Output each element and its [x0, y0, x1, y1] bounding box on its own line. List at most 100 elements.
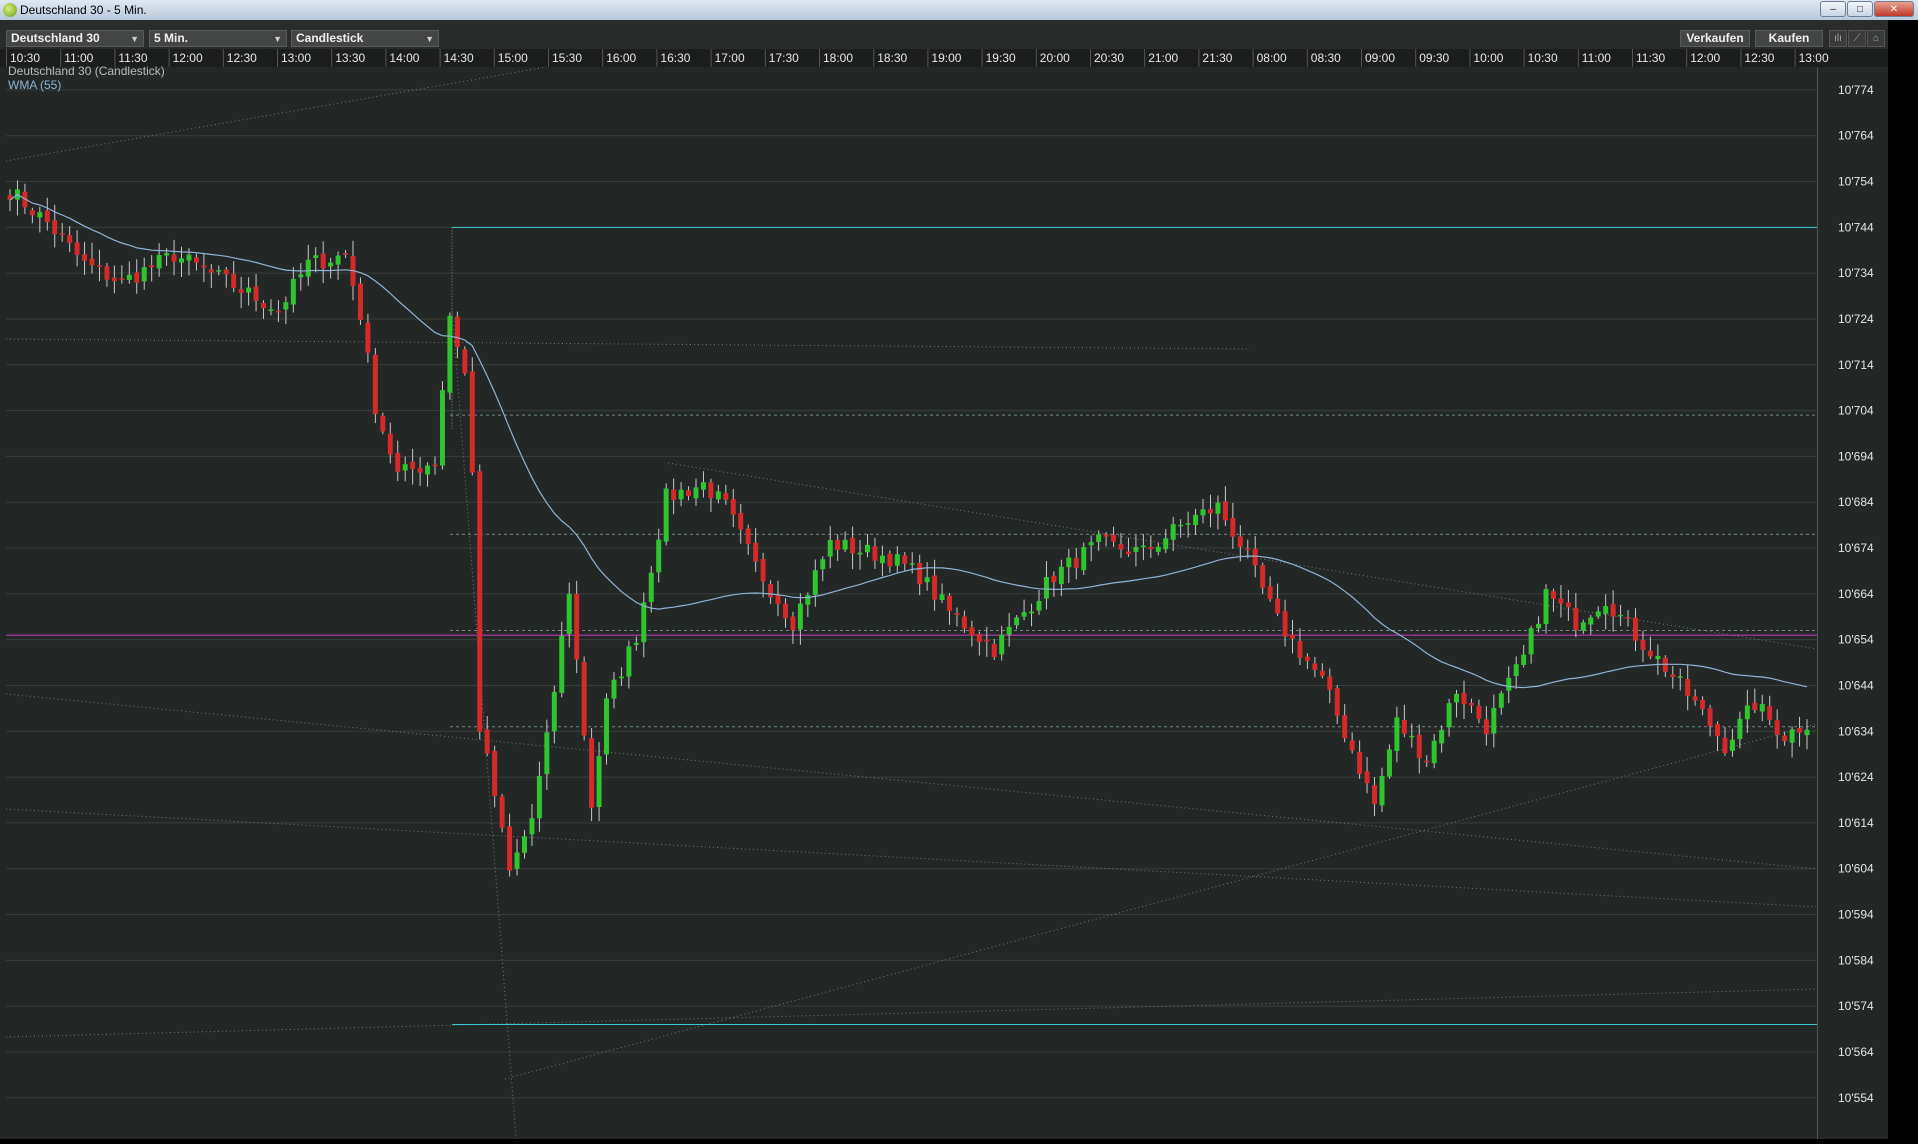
- candle-body: [581, 661, 587, 736]
- maximize-button[interactable]: □: [1847, 1, 1873, 17]
- candle-body: [1685, 678, 1691, 697]
- candle-body: [954, 613, 960, 615]
- candle-body: [44, 210, 50, 223]
- candle-body: [1752, 702, 1758, 711]
- y-tick-label: 10'594: [1838, 908, 1874, 922]
- candle-body: [1200, 509, 1206, 516]
- candle-body: [1372, 785, 1378, 805]
- y-tick-label: 10'704: [1838, 404, 1874, 418]
- x-tick-label: 08:00: [1257, 51, 1287, 65]
- candle-body: [1789, 729, 1795, 743]
- candle-body: [1439, 729, 1445, 744]
- candle-body: [82, 254, 88, 261]
- candle-body: [89, 258, 95, 266]
- candle-body: [1260, 564, 1266, 588]
- indicator-icon[interactable]: ılı: [1829, 30, 1847, 47]
- candle-body: [708, 482, 714, 499]
- candle-body: [208, 269, 214, 273]
- candle-body: [1729, 739, 1735, 751]
- candle-body: [410, 461, 416, 469]
- y-tick-label: 10'674: [1838, 541, 1874, 555]
- chart-settings-icon[interactable]: ⌂: [1867, 30, 1885, 47]
- instrument-dropdown[interactable]: Deutschland 30 ▼: [6, 30, 144, 47]
- chart-type-dropdown[interactable]: Candlestick ▼: [291, 30, 439, 47]
- candle-body: [1290, 634, 1296, 639]
- candle-body: [686, 490, 692, 496]
- candle-body: [298, 274, 304, 278]
- candle-body: [1349, 740, 1355, 751]
- candle-body: [641, 602, 647, 643]
- y-tick-label: 10'724: [1838, 312, 1874, 326]
- candle-body: [1744, 705, 1750, 720]
- candle-body: [1237, 536, 1243, 547]
- candle-body: [529, 818, 535, 835]
- candle-body: [1491, 707, 1497, 734]
- x-tick-label: 20:00: [1040, 51, 1070, 65]
- candle-body: [275, 311, 281, 313]
- candle-body: [969, 627, 975, 636]
- candle-body: [59, 233, 65, 235]
- candle-body: [1297, 640, 1303, 658]
- candle-body: [782, 603, 788, 619]
- candle-body: [723, 493, 729, 500]
- buy-button[interactable]: Kaufen: [1755, 30, 1823, 47]
- window-controls: – □ ✕: [1820, 1, 1914, 17]
- candle-body: [1051, 575, 1057, 583]
- y-tick-label: 10'584: [1838, 953, 1874, 967]
- candle-body: [305, 259, 311, 277]
- candle-body: [1006, 626, 1012, 635]
- candle-body: [261, 303, 267, 309]
- candle-body: [1692, 696, 1698, 701]
- x-tick-label: 19:30: [986, 51, 1016, 65]
- y-tick-label: 10'654: [1838, 633, 1874, 647]
- minimize-button[interactable]: –: [1820, 1, 1846, 17]
- candle-body: [633, 642, 639, 645]
- candle-body: [1483, 719, 1489, 735]
- candle-body: [186, 254, 192, 261]
- candle-body: [507, 826, 513, 871]
- chart-type-label: Candlestick: [296, 31, 364, 45]
- candle-body: [1014, 617, 1020, 626]
- candle-body: [328, 262, 334, 267]
- candle-body: [67, 235, 73, 243]
- candle-body: [1103, 534, 1109, 537]
- candle-body: [835, 539, 841, 550]
- candle-body: [171, 254, 177, 262]
- candle-body: [1304, 656, 1310, 662]
- candle-body: [1595, 611, 1601, 617]
- candle-body: [253, 286, 259, 301]
- candle-body: [857, 552, 863, 555]
- window-titlebar: Deutschland 30 - 5 Min. – □ ✕: [0, 0, 1918, 21]
- candle-body: [656, 539, 662, 573]
- draw-line-icon[interactable]: ⟋: [1848, 30, 1866, 47]
- candle-body: [1379, 775, 1385, 806]
- candle-body: [156, 254, 162, 269]
- candle-body: [872, 546, 878, 561]
- candle-body: [902, 555, 908, 564]
- candle-body: [1797, 728, 1803, 733]
- candle-body: [730, 499, 736, 515]
- y-tick-label: 10'684: [1838, 495, 1874, 509]
- price-chart[interactable]: 10:30 11:00 11:30 12:00 12:30 13:00 13:30 14:00…: [0, 48, 1888, 1144]
- candle-body: [1588, 617, 1594, 625]
- chart-toolbar: Deutschland 30 ▼ 5 Min. ▼ Candlestick ▼ …: [0, 20, 1918, 49]
- sell-button[interactable]: Verkaufen: [1680, 30, 1750, 47]
- close-button[interactable]: ✕: [1874, 1, 1914, 17]
- interval-dropdown[interactable]: 5 Min. ▼: [149, 30, 287, 47]
- chevron-down-icon: ▼: [130, 34, 139, 44]
- candle-body: [238, 289, 244, 293]
- candle-body: [887, 553, 893, 567]
- candle-body: [611, 679, 617, 699]
- candle-body: [521, 836, 527, 853]
- x-tick-label: 13:00: [1799, 51, 1829, 65]
- candle-body: [1782, 735, 1788, 742]
- x-tick-label: 13:30: [335, 51, 365, 65]
- indicator-label: WMA (55): [8, 78, 61, 92]
- chart-canvas[interactable]: 10:30 11:00 11:30 12:00 12:30 13:00 13:30 14:00…: [0, 48, 1888, 1144]
- candle-body: [1043, 576, 1049, 599]
- candle-body: [812, 570, 818, 596]
- candle-body: [924, 577, 930, 583]
- candle-body: [648, 572, 654, 603]
- candle-body: [1282, 611, 1288, 637]
- candle-body: [492, 750, 498, 797]
